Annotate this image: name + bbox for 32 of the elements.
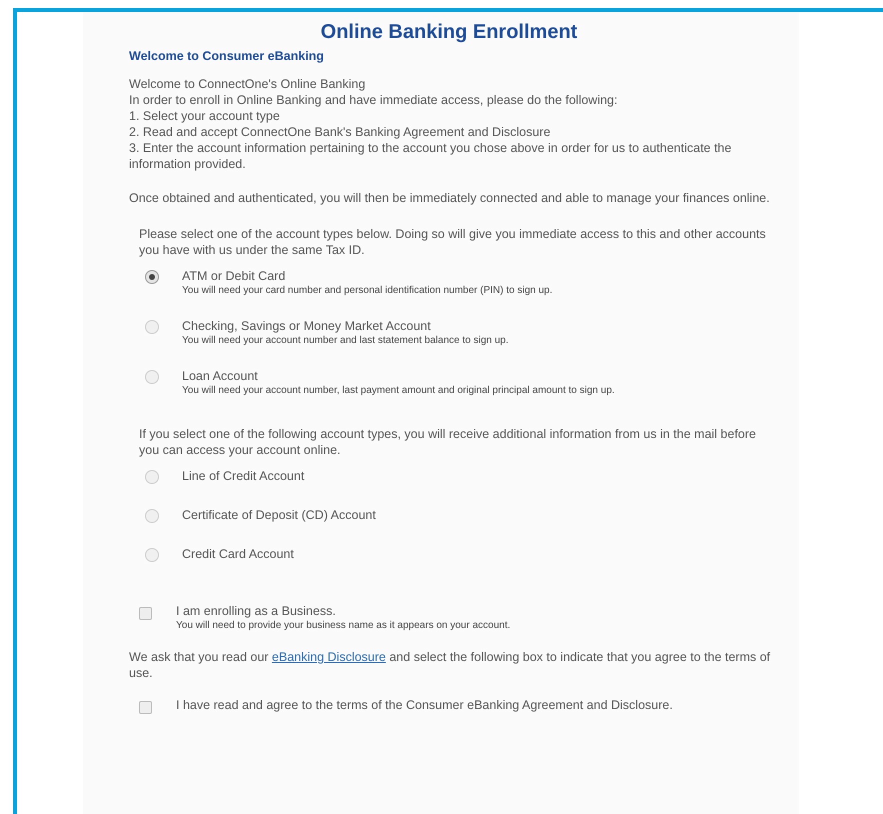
option-label: Checking, Savings or Money Market Account — [182, 318, 432, 334]
section-heading: Welcome to Consumer eBanking — [129, 48, 325, 64]
disclosure-link[interactable]: eBanking Disclosure — [272, 650, 386, 664]
checkbox[interactable] — [139, 607, 152, 620]
checkbox[interactable] — [139, 701, 152, 714]
intro-text: 2. Read and accept ConnectOne Bank's Banking Agreement and Disclosure — [129, 124, 552, 140]
checkbox-label: I am enrolling as a Business. — [176, 603, 337, 619]
option-hint: You will need to provide your business name as it appears on your account. — [176, 619, 510, 633]
instruction-text: Please select one of the account types below. Doing so will give you immediate access to this and other accounts you have with us under the same Tax ID. — [139, 226, 767, 258]
option-hint: You will need your account number, last payment amount and original principal amount to sign up. — [182, 384, 615, 398]
option-label: Loan Account — [182, 368, 259, 384]
intro-text: 1. Select your account type — [129, 108, 281, 124]
option-hint: You will need your account number and last statement balance to sign up. — [182, 334, 509, 348]
disclosure-text: We ask that you read our eBanking Disclosure and select the following box to indicate that you agree to the terms of use. — [129, 649, 772, 681]
radio-button[interactable] — [145, 548, 159, 562]
checkbox-label: I have read and agree to the terms of the Consumer eBanking Agreement and Disclosure. — [176, 697, 674, 713]
option-label: Credit Card Account — [182, 546, 294, 562]
radio-button[interactable] — [145, 370, 159, 384]
intro-text: Once obtained and authenticated, you will then be immediately connected and able to manage your finances online. — [129, 190, 771, 206]
intro-text: 3. Enter the account information pertaining to the account you chose above in order for us to authenticate the information provided. — [129, 140, 732, 172]
intro-text: In order to enroll in Online Banking and have immediate access, please do the following: — [129, 92, 618, 108]
radio-button[interactable] — [145, 320, 159, 334]
option-hint: You will need your card number and personal identification number (PIN) to sign up. — [182, 284, 552, 298]
page-title: Online Banking Enrollment — [320, 20, 578, 45]
option-label: ATM or Debit Card — [182, 268, 286, 284]
radio-button[interactable] — [145, 470, 159, 484]
option-label: Line of Credit Account — [182, 468, 304, 484]
option-label: Certificate of Deposit (CD) Account — [182, 507, 376, 523]
instruction-text: If you select one of the following account types, you will receive additional information from us in the mail before you can access your account online. — [139, 426, 757, 458]
radio-button[interactable] — [145, 270, 159, 284]
intro-text: Welcome to ConnectOne's Online Banking — [129, 76, 366, 92]
radio-button[interactable] — [145, 509, 159, 523]
